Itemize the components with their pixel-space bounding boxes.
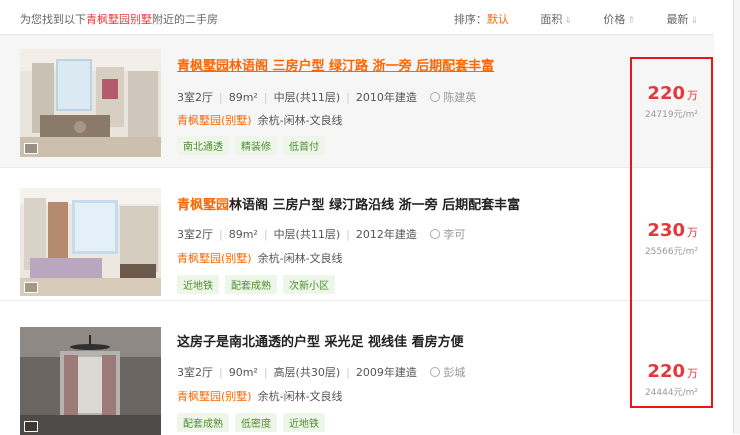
tag: 低密度 (235, 413, 277, 432)
room-photo (20, 327, 161, 435)
gallery-icon (24, 143, 38, 154)
district: 余杭-闲林-文良线 (257, 114, 343, 127)
listing-item[interactable]: 这房子是南北通透的户型 采光足 视线佳 看房方便 3室2厅 | 90m² | 高层(共3… (0, 301, 714, 435)
listing-title[interactable]: 这房子是南北通透的户型 采光足 视线佳 看房方便 (177, 331, 464, 350)
agent-name[interactable]: 李可 (443, 228, 465, 241)
sort-bar: 排序：默认 面积 ⇓ 价格 ⇑ 最新 ⇓ (454, 11, 698, 27)
sort-area[interactable]: 面积 ⇓ (526, 13, 572, 26)
sort-newest[interactable]: 最新 ⇓ (652, 13, 698, 26)
listing-meta: 3室2厅 | 90m² | 高层(共30层) | 2009年建造 彭城 (177, 366, 466, 379)
district: 余杭-闲林-文良线 (257, 252, 343, 265)
listing-item[interactable]: 青枫墅园林语阁 三房户型 绿汀路沿线 浙一旁 后期配套丰富 3室2厅 | 89m² |… (0, 168, 714, 301)
tag: 近地铁 (177, 275, 219, 294)
title-keyword: 青枫墅园 (177, 198, 230, 213)
listing-title[interactable]: 青枫墅园林语阁 三房户型 绿汀路沿线 浙一旁 后期配套丰富 (177, 194, 520, 213)
tag: 精装修 (235, 136, 277, 155)
results-header: 为您找到以下青枫墅园别墅附近的二手房 排序：默认 面积 ⇓ 价格 ⇑ 最新 ⇓ (0, 0, 714, 35)
listing-photo[interactable] (20, 327, 161, 435)
community-link[interactable]: 青枫墅园(别墅) (177, 114, 252, 127)
result-suffix: 附近的二手房 (152, 13, 218, 26)
agent-icon (430, 229, 441, 239)
gallery-icon (24, 421, 38, 432)
tag: 南北通透 (177, 136, 229, 155)
room-photo (20, 188, 161, 296)
agent-name[interactable]: 彭城 (443, 366, 465, 379)
result-summary: 为您找到以下青枫墅园别墅附近的二手房 (20, 11, 218, 27)
listing-title[interactable]: 青枫墅园林语阁 三房户型 绿汀路 浙一旁 后期配套丰富 (177, 55, 494, 74)
community-link[interactable]: 青枫墅园(别墅) (177, 390, 252, 403)
result-prefix: 为您找到以下 (20, 13, 86, 26)
result-keyword[interactable]: 青枫墅园别墅 (86, 13, 152, 26)
tag: 配套成熟 (177, 413, 229, 432)
sort-label: 排序： (453, 13, 487, 26)
listing-community: 青枫墅园(别墅) 余杭-闲林-文良线 (177, 112, 343, 128)
agent-icon (430, 92, 441, 102)
title-rest: 林语阁 三房户型 绿汀路沿线 浙一旁 后期配套丰富 (229, 198, 521, 213)
sort-arrow-icon: ⇑ (627, 16, 635, 26)
side-panel-edge (733, 0, 740, 434)
listing-meta: 3室2厅 | 89m² | 中层(共11层) | 2010年建造 陈建英 (177, 91, 477, 104)
sort-default[interactable]: 默认 (487, 13, 509, 26)
tag: 近地铁 (283, 413, 325, 432)
listing-tags: 南北通透 精装修 低首付 (177, 135, 331, 155)
community-link[interactable]: 青枫墅园(别墅) (177, 252, 252, 265)
district: 余杭-闲林-文良线 (257, 390, 343, 403)
listing-community: 青枫墅园(别墅) 余杭-闲林-文良线 (177, 388, 343, 404)
sort-arrow-icon: ⇓ (564, 16, 572, 26)
listing-photo[interactable] (20, 49, 161, 157)
price-highlight-box (630, 57, 713, 408)
listing-tags: 配套成熟 低密度 近地铁 (177, 412, 331, 432)
tag: 次新小区 (283, 275, 335, 294)
listing-community: 青枫墅园(别墅) 余杭-闲林-文良线 (177, 250, 343, 266)
tag: 低首付 (283, 136, 325, 155)
listing-item[interactable]: 青枫墅园林语阁 三房户型 绿汀路 浙一旁 后期配套丰富 3室2厅 | 89m² | 中层… (0, 35, 714, 168)
listing-meta: 3室2厅 | 89m² | 中层(共11层) | 2012年建造 李可 (177, 228, 466, 241)
room-photo (20, 49, 161, 157)
listing-tags: 近地铁 配套成熟 次新小区 (177, 274, 341, 294)
gallery-icon (24, 282, 38, 293)
sort-price[interactable]: 价格 ⇑ (589, 13, 635, 26)
listing-photo[interactable] (20, 188, 161, 296)
tag: 配套成熟 (225, 275, 277, 294)
sort-arrow-icon: ⇓ (690, 16, 698, 26)
agent-name[interactable]: 陈建英 (443, 91, 476, 104)
agent-icon (430, 367, 441, 377)
